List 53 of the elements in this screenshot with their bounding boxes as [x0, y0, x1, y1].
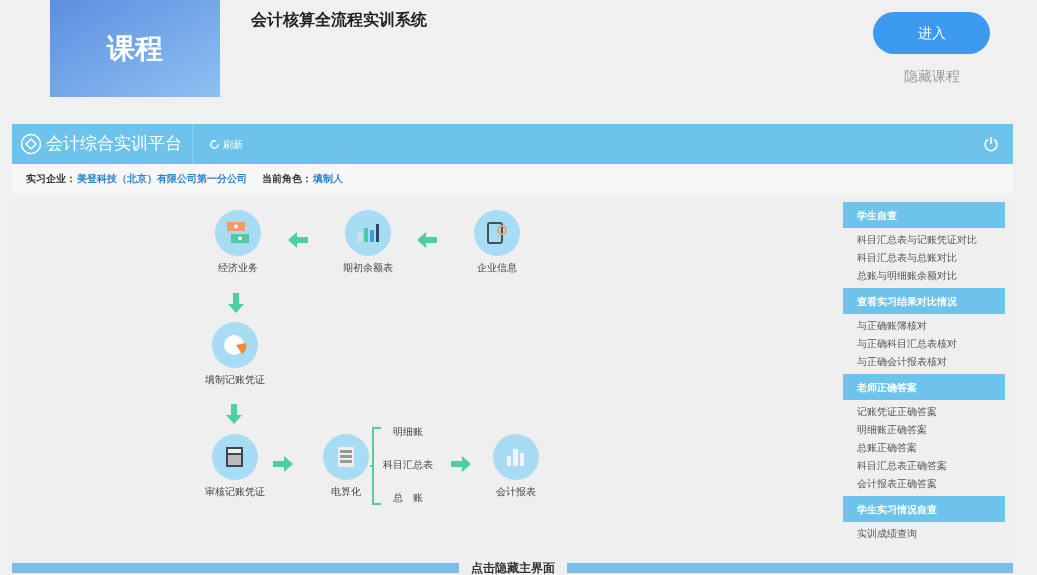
node-label: 电算化: [330, 485, 362, 499]
sidebar-link[interactable]: 总账正确答案: [857, 439, 1005, 457]
sidebar-header: 学生自查: [843, 202, 1005, 228]
platform-title: 会计综合实训平台: [46, 133, 182, 156]
ledger-label: 科目汇总表: [382, 458, 434, 472]
role-label: 当前角色：: [262, 172, 312, 186]
arrow-icon: [227, 292, 245, 314]
power-icon[interactable]: [983, 136, 999, 152]
course-title: 会计核算全流程实训系统: [251, 10, 427, 30]
sidebar-header: 学生实习情况自查: [843, 496, 1005, 522]
sidebar-link[interactable]: 科目汇总表与总账对比: [857, 249, 1005, 267]
flow-node[interactable]: [493, 434, 539, 480]
node-label: 期初余额表: [342, 261, 394, 275]
sidebar-link[interactable]: 与正确账簿核对: [857, 317, 1005, 335]
sidebar-link[interactable]: 记账凭证正确答案: [857, 403, 1005, 421]
thumbnail-label: 课程: [107, 31, 163, 66]
refresh-icon: [209, 138, 220, 150]
hide-main-link[interactable]: 点击隐藏主界面: [458, 560, 567, 575]
arrow-icon: [272, 455, 294, 473]
ledger-label: 明细账: [392, 425, 424, 439]
pie-chart-icon: [222, 332, 248, 358]
sidebar-link[interactable]: 科目汇总表与记账凭证对比: [857, 231, 1005, 249]
company-label: 实习企业：: [26, 172, 76, 186]
flow-node[interactable]: [215, 210, 261, 256]
flow-node[interactable]: [323, 434, 369, 480]
sidebar-link[interactable]: 会计报表正确答案: [857, 475, 1005, 493]
role-name: 填制人: [313, 172, 343, 186]
ledger-label: 总 账: [392, 491, 424, 505]
sidebar-link[interactable]: 科目汇总表正确答案: [857, 457, 1005, 475]
arrow-icon: [416, 231, 438, 249]
node-label: 审核记账凭证: [204, 485, 266, 499]
sidebar-header: 老师正确答案: [843, 374, 1005, 400]
sidebar-link[interactable]: 与正确会计报表核对: [857, 353, 1005, 371]
node-label: 经济业务: [217, 261, 259, 275]
flow-node[interactable]: [212, 322, 258, 368]
sidebar-link[interactable]: 实训成绩查询: [857, 525, 1005, 543]
banknote-icon: [225, 220, 251, 246]
node-label: 会计报表: [495, 485, 537, 499]
arrow-icon: [287, 231, 309, 249]
sidebar-header: 查看实习结果对比情况: [843, 288, 1005, 314]
node-label: 企业信息: [476, 261, 518, 275]
node-label: 填制记账凭证: [204, 373, 266, 387]
tablet-icon: [484, 220, 510, 246]
arrow-icon: [450, 455, 472, 473]
sidebar-link[interactable]: 总账与明细账余额对比: [857, 267, 1005, 285]
logo-icon: [20, 133, 42, 155]
flow-node[interactable]: [212, 434, 258, 480]
sidebar-link[interactable]: 与正确科目汇总表核对: [857, 335, 1005, 353]
flow-node[interactable]: [474, 210, 520, 256]
sidebar-link[interactable]: 明细账正确答案: [857, 421, 1005, 439]
flow-node[interactable]: [345, 210, 391, 256]
arrow-icon: [225, 403, 243, 425]
company-name: 美登科技（北京）有限公司第一分公司: [77, 172, 247, 186]
